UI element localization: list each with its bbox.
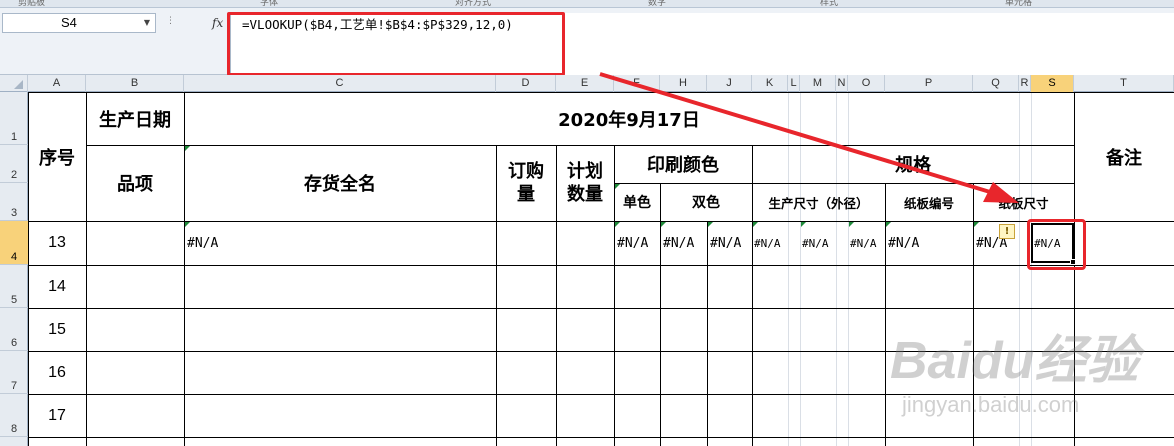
row-header-2[interactable]: 2 — [0, 145, 28, 183]
column-header-q[interactable]: Q — [973, 75, 1019, 92]
ribbon-group-labels: 剪贴板 字体 对齐方式 数字 样式 单元格 — [0, 0, 1174, 8]
error-indicator-icon — [886, 222, 891, 227]
header-full-name[interactable]: 存货全名 — [184, 145, 496, 221]
ribbon-group-font: 字体 — [260, 0, 279, 8]
header-board-no[interactable]: 纸板编号 — [885, 183, 973, 221]
column-header-f[interactable]: F — [614, 75, 660, 92]
row-header-3[interactable]: 3 — [0, 183, 28, 221]
error-indicator-icon — [801, 222, 806, 227]
error-indicator-icon — [615, 184, 620, 189]
row-header-5[interactable]: 5 — [0, 265, 28, 308]
row-header-1[interactable]: 1 — [0, 92, 28, 145]
cell-seq[interactable]: 15 — [28, 308, 86, 351]
header-seq[interactable]: 序号 — [28, 92, 86, 221]
column-header-k[interactable]: K — [752, 75, 788, 92]
ribbon-group-number: 数字 — [648, 0, 667, 8]
cell-single-color[interactable]: #N/A — [615, 221, 660, 265]
column-header-d[interactable]: D — [496, 75, 556, 92]
cell-seq[interactable]: 16 — [28, 351, 86, 394]
column-header-o[interactable]: O — [848, 75, 885, 92]
row-header-7[interactable]: 7 — [0, 351, 28, 394]
cell-double-color-j[interactable]: #N/A — [708, 221, 752, 265]
ribbon-group-alignment: 对齐方式 — [455, 0, 492, 8]
column-header-m[interactable]: M — [800, 75, 836, 92]
select-all-icon — [14, 80, 23, 89]
column-header-a[interactable]: A — [28, 75, 86, 92]
cell-seq[interactable]: 14 — [28, 265, 86, 308]
table-border — [28, 308, 1174, 309]
header-prod-date-label[interactable]: 生产日期 — [86, 92, 184, 145]
cell-full-name[interactable]: #N/A — [185, 221, 495, 265]
column-header-p[interactable]: P — [885, 75, 973, 92]
error-indicator-icon — [185, 146, 190, 151]
row-header-6[interactable]: 6 — [0, 308, 28, 351]
error-indicator-icon — [753, 222, 758, 227]
chevron-down-icon[interactable]: ▼ — [141, 16, 153, 30]
column-header-h[interactable]: H — [660, 75, 707, 92]
header-board-size[interactable]: 纸板尺寸 — [973, 183, 1074, 221]
header-prod-size[interactable]: 生产尺寸（外径） — [752, 183, 885, 221]
cell-prod-size-k[interactable]: #N/A — [753, 221, 799, 265]
column-header-c[interactable]: C — [184, 75, 496, 92]
table-border — [496, 145, 497, 446]
error-warning-icon[interactable]: ! — [999, 224, 1015, 239]
header-order-qty[interactable]: 订购量 — [503, 150, 549, 216]
column-header-l[interactable]: L — [788, 75, 800, 92]
name-box[interactable]: S4 — [2, 13, 156, 33]
error-indicator-icon — [615, 222, 620, 227]
error-indicator-icon — [849, 222, 854, 227]
column-header-b[interactable]: B — [86, 75, 184, 92]
ribbon-group-clipboard: 剪贴板 — [18, 0, 46, 8]
header-print-color[interactable]: 印刷颜色 — [614, 145, 752, 183]
cell-double-color-h[interactable]: #N/A — [661, 221, 707, 265]
cell-prod-size-m[interactable]: #N/A — [801, 221, 847, 265]
column-header-s[interactable]: S — [1031, 75, 1074, 92]
cell-seq[interactable]: 17 — [28, 394, 86, 437]
error-indicator-icon — [185, 222, 190, 227]
error-indicator-icon — [974, 222, 979, 227]
header-remark[interactable]: 备注 — [1074, 92, 1174, 221]
column-header-e[interactable]: E — [556, 75, 614, 92]
table-border — [28, 437, 1174, 438]
table-border — [556, 145, 557, 446]
column-header-j[interactable]: J — [707, 75, 752, 92]
column-header-n[interactable]: N — [836, 75, 848, 92]
header-spec[interactable]: 规格 — [752, 145, 1074, 183]
column-header-r[interactable]: R — [1019, 75, 1031, 92]
cell-highlight-box — [1027, 219, 1086, 270]
row-header-8[interactable]: 8 — [0, 394, 28, 437]
ribbon-group-cells: 单元格 — [1005, 0, 1033, 8]
formula-highlight-box — [227, 12, 565, 76]
watermark: Baidu经验 jingyan.baidu.com — [890, 318, 1170, 428]
header-single-color[interactable]: 单色 — [614, 183, 660, 221]
table-border — [28, 265, 1174, 266]
cell-prod-size-o[interactable]: #N/A — [849, 221, 885, 265]
cell-board-no[interactable]: #N/A — [886, 221, 973, 265]
header-item[interactable]: 品项 — [86, 145, 184, 221]
drag-handle-icon[interactable]: ⋮ — [166, 14, 176, 28]
cell-seq[interactable]: 13 — [28, 221, 86, 265]
column-header-t[interactable]: T — [1074, 75, 1174, 92]
row-header-4[interactable]: 4 — [0, 221, 28, 265]
header-prod-date-value[interactable]: 2020年9月17日 — [184, 92, 1074, 145]
error-indicator-icon — [708, 222, 713, 227]
watermark-logo: Baidu经验 — [890, 332, 1139, 390]
header-double-color[interactable]: 双色 — [660, 183, 752, 221]
watermark-url: jingyan.baidu.com — [902, 392, 1080, 417]
ribbon-group-styles: 样式 — [820, 0, 839, 8]
header-plan-qty[interactable]: 计划数量 — [561, 150, 609, 216]
error-indicator-icon — [661, 222, 666, 227]
